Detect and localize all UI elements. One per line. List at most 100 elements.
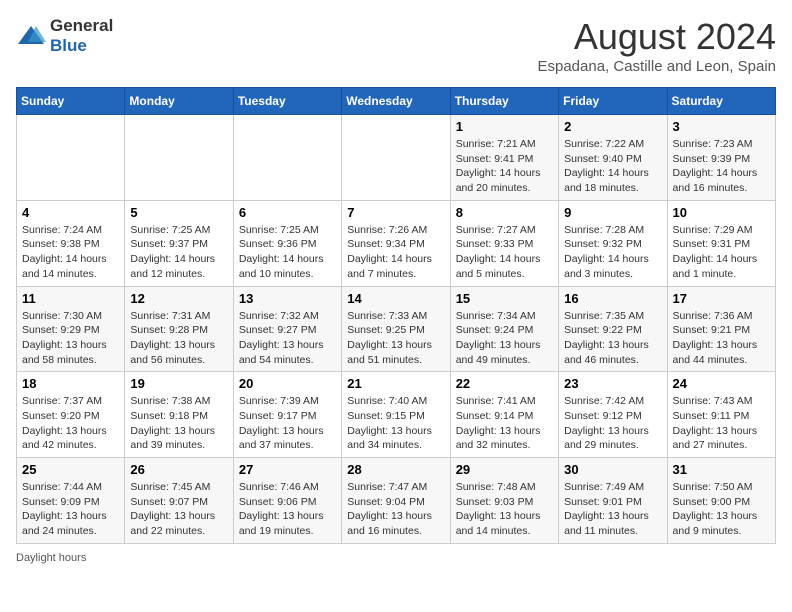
page-header: General Blue August 2024 Espadana, Casti…: [16, 16, 776, 75]
day-number: 30: [564, 462, 661, 477]
subtitle: Espadana, Castille and Leon, Spain: [537, 58, 776, 75]
week-row-2: 4 Sunrise: 7:24 AM Sunset: 9:38 PM Daylig…: [17, 200, 776, 286]
day-number: 27: [239, 462, 336, 477]
day-cell-23: 23 Sunrise: 7:42 AM Sunset: 9:12 PM Dayli…: [559, 372, 667, 458]
column-header-saturday: Saturday: [667, 88, 775, 115]
day-info: Sunrise: 7:46 AM Sunset: 9:06 PM Dayligh…: [239, 480, 336, 539]
column-header-friday: Friday: [559, 88, 667, 115]
day-info: Sunrise: 7:29 AM Sunset: 9:31 PM Dayligh…: [673, 223, 770, 282]
day-cell-22: 22 Sunrise: 7:41 AM Sunset: 9:14 PM Dayli…: [450, 372, 558, 458]
day-cell-18: 18 Sunrise: 7:37 AM Sunset: 9:20 PM Dayli…: [17, 372, 125, 458]
empty-cell: [233, 115, 341, 201]
day-cell-19: 19Sunrise: 7:38 AM Sunset: 9:18 PM Dayli…: [125, 372, 233, 458]
day-cell-27: 27 Sunrise: 7:46 AM Sunset: 9:06 PM Dayli…: [233, 458, 341, 544]
day-number: 21: [347, 376, 444, 391]
column-header-thursday: Thursday: [450, 88, 558, 115]
day-number: 22: [456, 376, 553, 391]
day-cell-10: 10 Sunrise: 7:29 AM Sunset: 9:31 PM Dayli…: [667, 200, 775, 286]
day-info: Sunrise: 7:34 AM Sunset: 9:24 PM Dayligh…: [456, 309, 553, 368]
day-number: 9: [564, 205, 661, 220]
day-info: Sunrise: 7:33 AM Sunset: 9:25 PM Dayligh…: [347, 309, 444, 368]
day-number: 14: [347, 291, 444, 306]
day-info: Sunrise: 7:31 AM Sunset: 9:28 PM Dayligh…: [130, 309, 227, 368]
day-number: 3: [673, 119, 770, 134]
day-number: 17: [673, 291, 770, 306]
day-cell-6: 6 Sunrise: 7:25 AM Sunset: 9:36 PM Daylig…: [233, 200, 341, 286]
day-info: Sunrise: 7:48 AM Sunset: 9:03 PM Dayligh…: [456, 480, 553, 539]
day-info: Sunrise: 7:28 AM Sunset: 9:32 PM Dayligh…: [564, 223, 661, 282]
day-cell-1: 1Sunrise: 7:21 AM Sunset: 9:41 PM Daylig…: [450, 115, 558, 201]
day-number: 4: [22, 205, 119, 220]
day-number: 6: [239, 205, 336, 220]
empty-cell: [17, 115, 125, 201]
day-info: Sunrise: 7:50 AM Sunset: 9:00 PM Dayligh…: [673, 480, 770, 539]
day-number: 28: [347, 462, 444, 477]
day-number: 8: [456, 205, 553, 220]
day-cell-4: 4 Sunrise: 7:24 AM Sunset: 9:38 PM Daylig…: [17, 200, 125, 286]
day-cell-5: 5 Sunrise: 7:25 AM Sunset: 9:37 PM Daylig…: [125, 200, 233, 286]
day-cell-26: 26 Sunrise: 7:45 AM Sunset: 9:07 PM Dayli…: [125, 458, 233, 544]
day-number: 18: [22, 376, 119, 391]
header-row: SundayMondayTuesdayWednesdayThursdayFrid…: [17, 88, 776, 115]
logo: General Blue: [16, 16, 113, 56]
calendar-body: 1Sunrise: 7:21 AM Sunset: 9:41 PM Daylig…: [17, 115, 776, 544]
day-info: Sunrise: 7:35 AM Sunset: 9:22 PM Dayligh…: [564, 309, 661, 368]
day-number: 10: [673, 205, 770, 220]
day-info: Sunrise: 7:47 AM Sunset: 9:04 PM Dayligh…: [347, 480, 444, 539]
day-number: 7: [347, 205, 444, 220]
day-info: Sunrise: 7:32 AM Sunset: 9:27 PM Dayligh…: [239, 309, 336, 368]
title-area: August 2024 Espadana, Castille and Leon,…: [537, 16, 776, 75]
day-number: 26: [130, 462, 227, 477]
day-number: 25: [22, 462, 119, 477]
day-number: 23: [564, 376, 661, 391]
day-cell-9: 9 Sunrise: 7:28 AM Sunset: 9:32 PM Daylig…: [559, 200, 667, 286]
day-number: 29: [456, 462, 553, 477]
day-number: 24: [673, 376, 770, 391]
day-cell-12: 12Sunrise: 7:31 AM Sunset: 9:28 PM Dayli…: [125, 286, 233, 372]
logo-icon: [16, 24, 46, 48]
day-cell-24: 24 Sunrise: 7:43 AM Sunset: 9:11 PM Dayli…: [667, 372, 775, 458]
day-cell-29: 29 Sunrise: 7:48 AM Sunset: 9:03 PM Dayli…: [450, 458, 558, 544]
day-info: Sunrise: 7:23 AM Sunset: 9:39 PM Dayligh…: [673, 137, 770, 196]
day-info: Sunrise: 7:25 AM Sunset: 9:36 PM Dayligh…: [239, 223, 336, 282]
logo-general-text: General: [50, 16, 113, 35]
day-cell-15: 15 Sunrise: 7:34 AM Sunset: 9:24 PM Dayli…: [450, 286, 558, 372]
day-info: Sunrise: 7:45 AM Sunset: 9:07 PM Dayligh…: [130, 480, 227, 539]
day-number: 1: [456, 119, 553, 134]
day-cell-16: 16Sunrise: 7:35 AM Sunset: 9:22 PM Dayli…: [559, 286, 667, 372]
day-cell-20: 20 Sunrise: 7:39 AM Sunset: 9:17 PM Dayli…: [233, 372, 341, 458]
day-info: Sunrise: 7:41 AM Sunset: 9:14 PM Dayligh…: [456, 394, 553, 453]
week-row-5: 25Sunrise: 7:44 AM Sunset: 9:09 PM Dayli…: [17, 458, 776, 544]
day-info: Sunrise: 7:39 AM Sunset: 9:17 PM Dayligh…: [239, 394, 336, 453]
calendar-header: SundayMondayTuesdayWednesdayThursdayFrid…: [17, 88, 776, 115]
day-info: Sunrise: 7:37 AM Sunset: 9:20 PM Dayligh…: [22, 394, 119, 453]
day-cell-17: 17 Sunrise: 7:36 AM Sunset: 9:21 PM Dayli…: [667, 286, 775, 372]
day-cell-7: 7Sunrise: 7:26 AM Sunset: 9:34 PM Daylig…: [342, 200, 450, 286]
day-cell-25: 25Sunrise: 7:44 AM Sunset: 9:09 PM Dayli…: [17, 458, 125, 544]
day-cell-14: 14 Sunrise: 7:33 AM Sunset: 9:25 PM Dayli…: [342, 286, 450, 372]
day-number: 19: [130, 376, 227, 391]
empty-cell: [342, 115, 450, 201]
day-info: Sunrise: 7:25 AM Sunset: 9:37 PM Dayligh…: [130, 223, 227, 282]
day-cell-30: 30 Sunrise: 7:49 AM Sunset: 9:01 PM Dayli…: [559, 458, 667, 544]
column-header-wednesday: Wednesday: [342, 88, 450, 115]
column-header-monday: Monday: [125, 88, 233, 115]
day-number: 5: [130, 205, 227, 220]
day-number: 20: [239, 376, 336, 391]
day-number: 15: [456, 291, 553, 306]
day-info: Sunrise: 7:24 AM Sunset: 9:38 PM Dayligh…: [22, 223, 119, 282]
day-info: Sunrise: 7:42 AM Sunset: 9:12 PM Dayligh…: [564, 394, 661, 453]
day-info: Sunrise: 7:36 AM Sunset: 9:21 PM Dayligh…: [673, 309, 770, 368]
day-info: Sunrise: 7:30 AM Sunset: 9:29 PM Dayligh…: [22, 309, 119, 368]
day-cell-31: 31Sunrise: 7:50 AM Sunset: 9:00 PM Dayli…: [667, 458, 775, 544]
day-cell-21: 21Sunrise: 7:40 AM Sunset: 9:15 PM Dayli…: [342, 372, 450, 458]
day-cell-11: 11Sunrise: 7:30 AM Sunset: 9:29 PM Dayli…: [17, 286, 125, 372]
empty-cell: [125, 115, 233, 201]
week-row-4: 18 Sunrise: 7:37 AM Sunset: 9:20 PM Dayli…: [17, 372, 776, 458]
day-info: Sunrise: 7:43 AM Sunset: 9:11 PM Dayligh…: [673, 394, 770, 453]
day-cell-8: 8Sunrise: 7:27 AM Sunset: 9:33 PM Daylig…: [450, 200, 558, 286]
daylight-label: Daylight hours: [16, 552, 86, 564]
day-number: 2: [564, 119, 661, 134]
column-header-tuesday: Tuesday: [233, 88, 341, 115]
day-info: Sunrise: 7:49 AM Sunset: 9:01 PM Dayligh…: [564, 480, 661, 539]
